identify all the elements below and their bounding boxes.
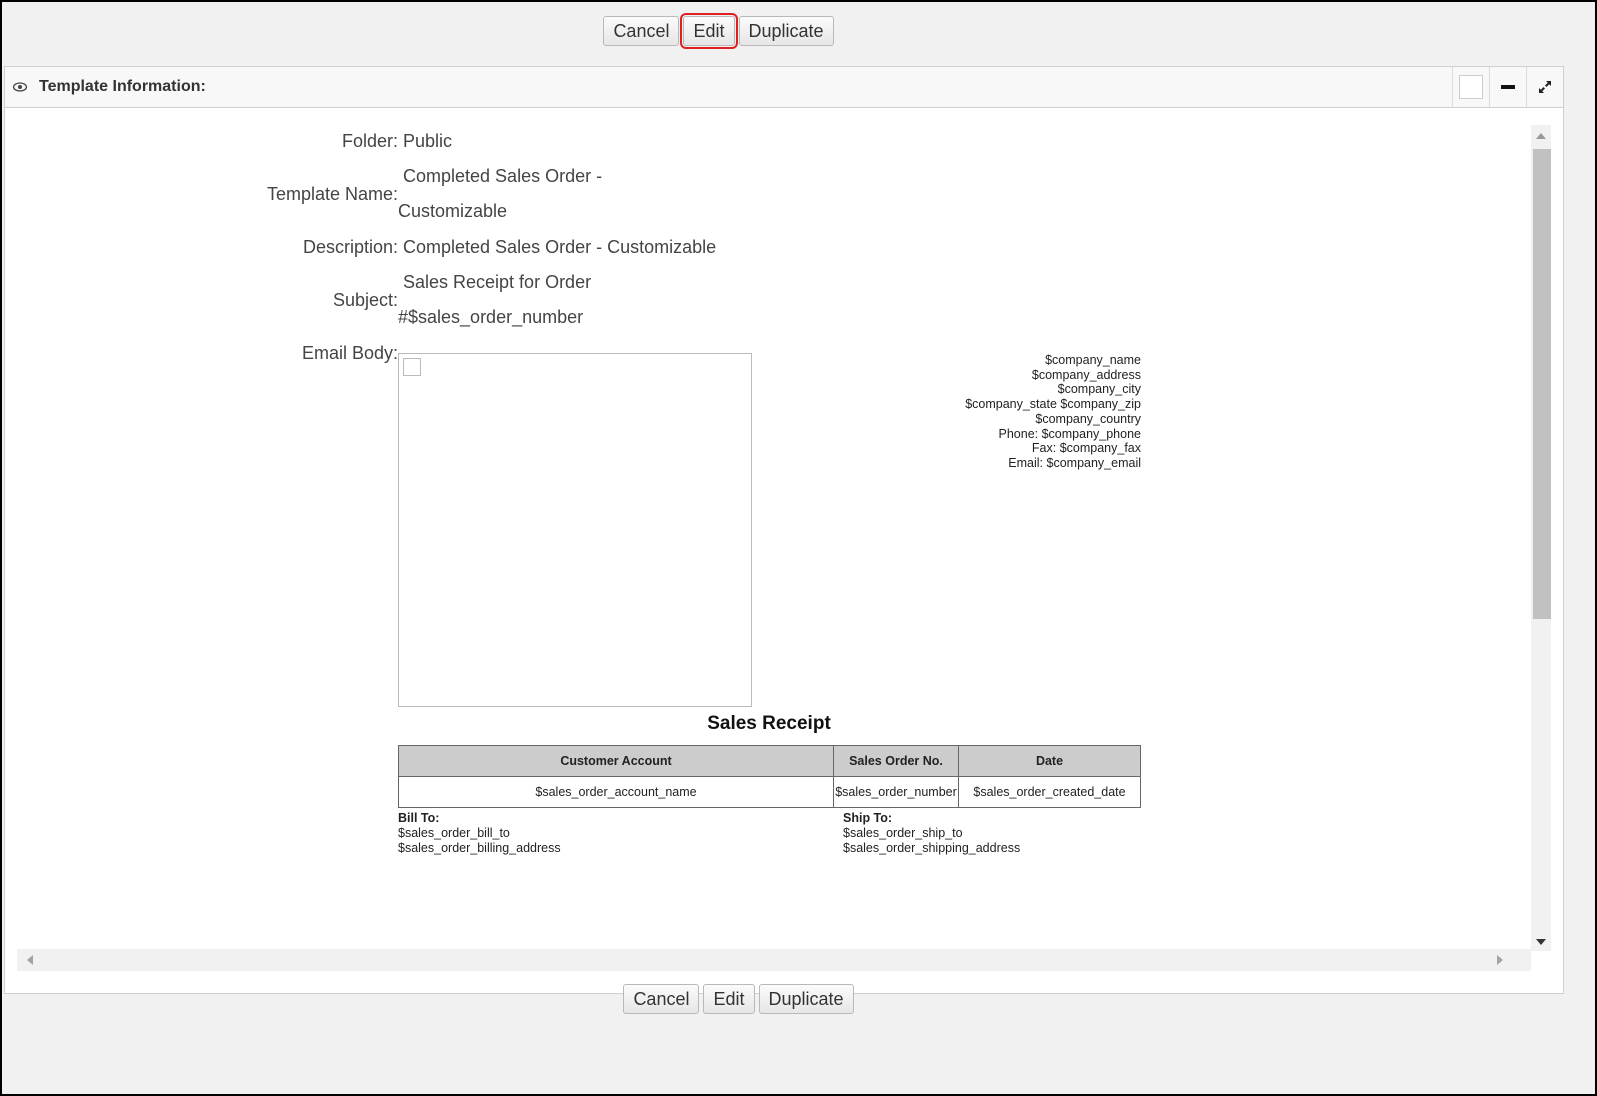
header-customer-account: Customer Account [398, 745, 834, 777]
horizontal-scrollbar[interactable] [17, 949, 1531, 971]
panel-header: Template Information: [5, 67, 1563, 108]
header-date: Date [958, 745, 1141, 777]
broken-image-icon [403, 358, 421, 376]
ship-to-line2: $sales_order_shipping_address [843, 841, 1021, 855]
vertical-scrollbar[interactable] [1531, 125, 1551, 951]
panel-title: Template Information: [39, 78, 206, 95]
edit-button-bottom[interactable]: Edit [703, 984, 755, 1014]
email-body-label: Email Body: [301, 343, 398, 363]
folder-value: Public [403, 131, 453, 151]
company-country: $company_country [1035, 411, 1141, 426]
scroll-right-arrow-icon[interactable] [1497, 955, 1503, 965]
panel-tools [1452, 67, 1563, 107]
panel-select-checkbox[interactable] [1452, 67, 1489, 107]
cancel-button-bottom[interactable]: Cancel [623, 984, 700, 1014]
minimize-icon [1501, 85, 1515, 89]
table-row: $sales_order_account_name $sales_order_n… [398, 776, 1141, 808]
bill-to-line2: $sales_order_billing_address [398, 841, 561, 855]
checkbox-icon[interactable] [1459, 75, 1483, 99]
eye-icon[interactable] [13, 80, 27, 94]
panel-body: Folder: Public Template Name: Completed … [15, 125, 1543, 975]
bill-to-line1: $sales_order_bill_to [398, 826, 510, 840]
ship-to-block: Ship To: $sales_order_ship_to $sales_ord… [843, 811, 1020, 856]
duplicate-button[interactable]: Duplicate [738, 16, 834, 46]
folder-label: Folder: [341, 131, 398, 151]
description-label: Description: [302, 237, 398, 257]
receipt-table: Customer Account Sales Order No. Date $s… [398, 745, 1141, 808]
cell-order-number: $sales_order_number [833, 776, 959, 808]
subject-line1: Sales Receipt for Order [403, 272, 592, 292]
company-name: $company_name [1045, 353, 1141, 367]
company-state-zip: $company_state $company_zip [965, 397, 1141, 412]
scroll-down-arrow-icon[interactable] [1536, 939, 1546, 945]
cancel-button[interactable]: Cancel [603, 16, 680, 46]
template-information-panel: Template Information: Folder: Public Tem… [4, 66, 1564, 994]
template-name-line1: Completed Sales Order - [403, 166, 603, 186]
top-button-bar: Cancel Edit Duplicate [0, 13, 1515, 49]
scroll-up-arrow-icon[interactable] [1536, 133, 1546, 139]
vertical-scroll-thumb[interactable] [1533, 149, 1551, 619]
company-email: Email: $company_email [1008, 455, 1141, 470]
company-fax: Fax: $company_fax [1031, 441, 1141, 456]
ship-to-line1: $sales_order_ship_to [843, 826, 963, 840]
bill-to-label: Bill To: [398, 811, 440, 825]
subject-label: Subject: [332, 290, 398, 310]
scroll-left-arrow-icon[interactable] [27, 955, 33, 965]
receipt-title: Sales Receipt [707, 713, 831, 734]
expand-icon [1539, 81, 1551, 93]
template-name-label: Template Name: [266, 184, 398, 204]
company-address: $company_address [1031, 367, 1141, 382]
ship-to-label: Ship To: [843, 811, 893, 825]
window-frame: Cancel Edit Duplicate Template Informati… [0, 0, 1597, 1096]
bottom-button-bar: Cancel Edit Duplicate [0, 984, 1535, 1014]
bill-to-block: Bill To: $sales_order_bill_to $sales_ord… [398, 811, 561, 856]
company-city: $company_city [1057, 382, 1141, 397]
subject-line2: #$sales_order_number [398, 307, 584, 327]
minimize-button[interactable] [1489, 67, 1526, 107]
duplicate-button-bottom[interactable]: Duplicate [758, 984, 854, 1014]
template-name-line2: Customizable [398, 201, 508, 221]
expand-button[interactable] [1526, 67, 1563, 107]
email-body-image-frame [398, 353, 752, 707]
header-sales-order-no: Sales Order No. [833, 745, 959, 777]
description-value: Completed Sales Order - Customizable [403, 237, 717, 257]
company-phone: Phone: $company_phone [998, 426, 1141, 441]
edit-button[interactable]: Edit [680, 13, 738, 49]
cell-account-name: $sales_order_account_name [398, 776, 834, 808]
cell-created-date: $sales_order_created_date [958, 776, 1141, 808]
company-info: $company_name $company_address $company_… [881, 353, 1141, 471]
